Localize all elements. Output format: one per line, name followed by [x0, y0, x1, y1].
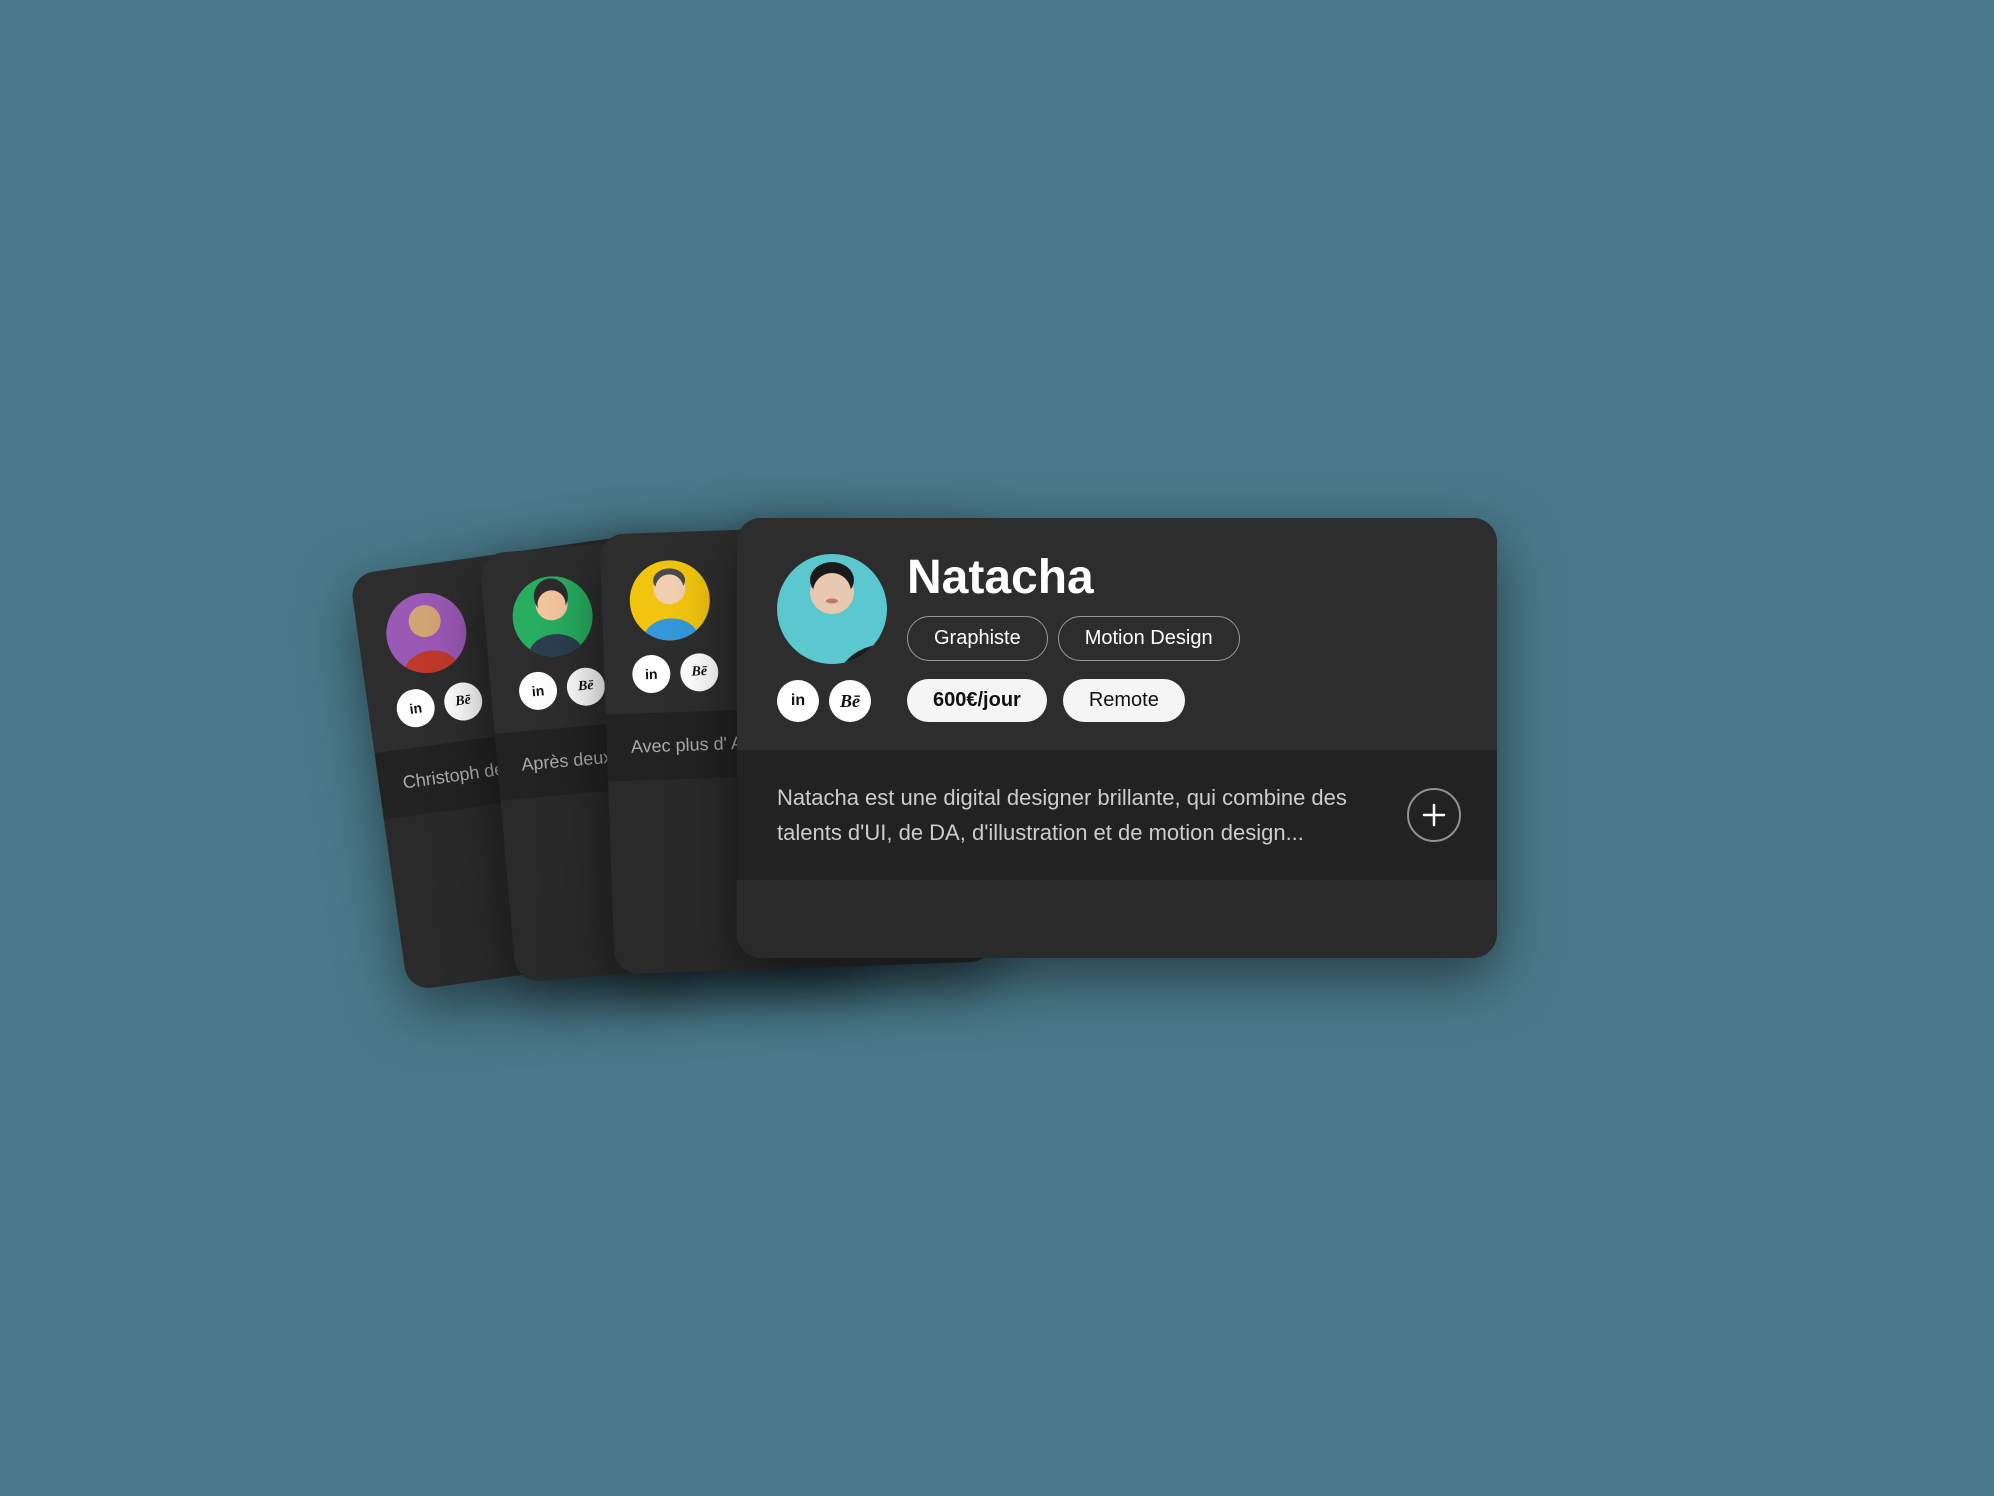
linkedin-icon-3[interactable]: in — [632, 654, 671, 693]
avatar-wrapper-natacha: in Bē — [777, 554, 887, 722]
natacha-tags-row-2: 600€/jour Remote — [907, 679, 1457, 722]
tag-graphiste: Graphiste — [907, 616, 1048, 661]
linkedin-icon-2[interactable]: in — [517, 670, 558, 711]
avatar-wrapper-3: in Bē — [628, 559, 719, 694]
linkedin-icon-1[interactable]: in — [394, 687, 437, 730]
social-icons-1: in Bē — [394, 680, 484, 730]
social-icons-2: in Bē — [517, 666, 606, 711]
avatar-3 — [628, 559, 711, 642]
social-icons-natacha: in Bē — [777, 680, 887, 722]
behance-icon-3[interactable]: Bē — [680, 653, 719, 692]
avatar-wrapper-1: in Bē — [381, 587, 485, 730]
behance-icon-natacha[interactable]: Bē — [829, 680, 871, 722]
profile-card-natacha[interactable]: in Bē Natacha Graphiste Motion Design 60… — [737, 518, 1497, 958]
natacha-description: Natacha est une digital designer brillan… — [777, 780, 1357, 850]
natacha-info: Natacha Graphiste Motion Design 600€/jou… — [907, 554, 1457, 722]
remote-badge: Remote — [1063, 679, 1185, 722]
plus-icon — [1420, 801, 1448, 829]
rate-badge: 600€/jour — [907, 679, 1047, 722]
cards-stack: in Bē Christoph depuis 10 — [397, 508, 1597, 988]
avatar-wrapper-2: in Bē — [509, 572, 606, 711]
expand-button[interactable] — [1407, 788, 1461, 842]
social-icons-3: in Bē — [632, 653, 719, 694]
natacha-name: Natacha — [907, 554, 1457, 602]
avatar-1 — [381, 588, 471, 678]
behance-icon-2[interactable]: Bē — [565, 666, 606, 707]
natacha-tags-row-1: Graphiste Motion Design — [907, 616, 1457, 661]
linkedin-icon-natacha[interactable]: in — [777, 680, 819, 722]
behance-icon-1[interactable]: Bē — [442, 680, 485, 723]
avatar-2 — [509, 573, 596, 660]
avatar-natacha — [777, 554, 887, 664]
tag-motion-design: Motion Design — [1058, 616, 1240, 661]
